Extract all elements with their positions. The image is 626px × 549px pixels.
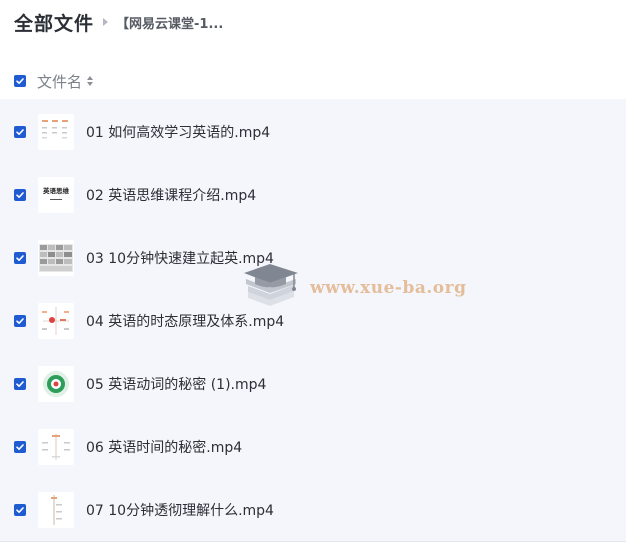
file-checkbox[interactable] xyxy=(14,251,26,264)
breadcrumb-current[interactable]: 【网易云课堂-1... xyxy=(116,13,223,32)
sort-icon[interactable] xyxy=(87,76,94,86)
check-icon xyxy=(16,254,24,261)
file-name[interactable]: 02 英语思维课程介绍.mp4 xyxy=(86,185,256,205)
watermark: www.xue-ba.org xyxy=(240,262,466,314)
list-header: 文件名 xyxy=(0,63,626,99)
check-icon xyxy=(16,506,24,513)
breadcrumb: 全部文件 【网易云课堂-1... xyxy=(14,6,223,38)
breadcrumb-root[interactable]: 全部文件 xyxy=(14,9,94,36)
file-checkbox[interactable] xyxy=(14,377,26,390)
file-checkbox[interactable] xyxy=(14,314,26,327)
file-name[interactable]: 06 英语时间的秘密.mp4 xyxy=(86,437,242,457)
video-thumbnail[interactable] xyxy=(38,302,74,339)
file-name[interactable]: 01 如何高效学习英语的.mp4 xyxy=(86,122,270,142)
check-icon xyxy=(16,317,24,324)
file-list: 01 如何高效学习英语的.mp4 英语思维 02 英语思维课程介绍.mp4 03… xyxy=(0,99,626,541)
file-checkbox[interactable] xyxy=(14,125,26,138)
video-thumbnail[interactable]: 英语思维 xyxy=(38,176,74,213)
file-browser: 全部文件 【网易云课堂-1... 文件名 01 如何高效学习英语的.mp4 英语… xyxy=(0,0,626,549)
check-icon xyxy=(16,128,24,135)
video-thumbnail[interactable] xyxy=(38,365,74,402)
file-row[interactable]: 英语思维 02 英语思维课程介绍.mp4 xyxy=(0,163,626,226)
video-thumbnail[interactable] xyxy=(38,428,74,465)
file-checkbox[interactable] xyxy=(14,440,26,453)
file-checkbox[interactable] xyxy=(14,503,26,516)
file-checkbox[interactable] xyxy=(14,188,26,201)
name-column-header[interactable]: 文件名 xyxy=(37,71,82,92)
svg-text:英语思维: 英语思维 xyxy=(42,186,70,195)
list-bottom-divider xyxy=(0,541,626,542)
graduation-cap-icon xyxy=(244,264,298,306)
check-icon xyxy=(16,78,24,84)
file-row[interactable]: 05 英语动词的秘密 (1).mp4 xyxy=(0,352,626,415)
video-thumbnail[interactable] xyxy=(38,239,74,276)
file-name[interactable]: 05 英语动词的秘密 (1).mp4 xyxy=(86,374,266,394)
file-name[interactable]: 07 10分钟透彻理解什么.mp4 xyxy=(86,500,274,520)
file-row[interactable]: 07 10分钟透彻理解什么.mp4 xyxy=(0,478,626,541)
check-icon xyxy=(16,380,24,387)
file-row[interactable]: 06 英语时间的秘密.mp4 xyxy=(0,415,626,478)
select-all-checkbox[interactable] xyxy=(14,75,26,87)
file-row[interactable]: 01 如何高效学习英语的.mp4 xyxy=(0,100,626,163)
check-icon xyxy=(16,191,24,198)
watermark-text: www.xue-ba.org xyxy=(310,278,467,298)
check-icon xyxy=(16,443,24,450)
video-thumbnail[interactable] xyxy=(38,491,74,528)
breadcrumb-separator-icon xyxy=(103,18,109,26)
video-thumbnail[interactable] xyxy=(38,113,74,150)
